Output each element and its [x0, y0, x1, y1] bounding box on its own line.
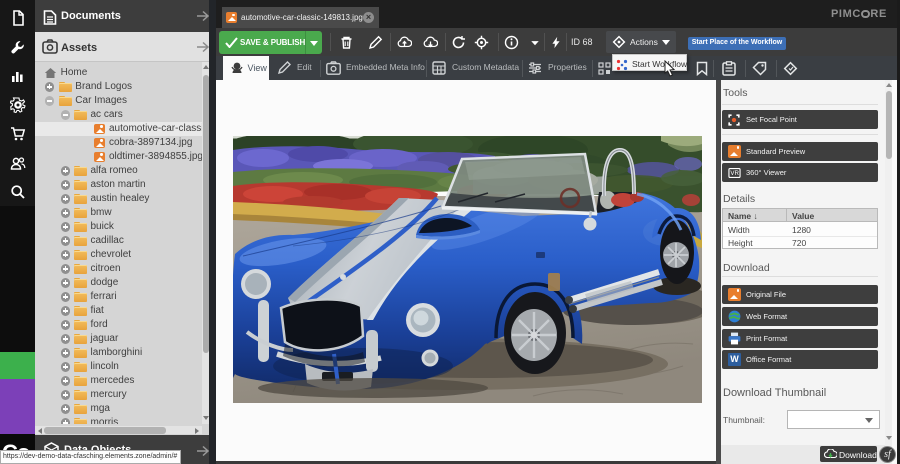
svg-text:VR: VR — [730, 170, 739, 177]
